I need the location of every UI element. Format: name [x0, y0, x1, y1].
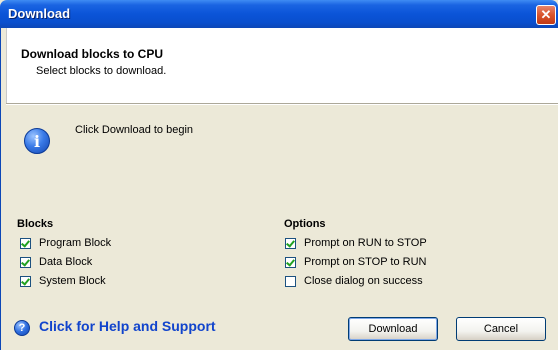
info-icon-glyph: i	[33, 132, 41, 151]
close-on-success-checkbox[interactable]	[285, 275, 296, 287]
prompt-stop-to-run-checkbox[interactable]	[285, 256, 296, 268]
checkbox-data-block[interactable]: Data Block	[20, 255, 92, 269]
close-on-success-label: Close dialog on success	[304, 275, 423, 287]
help-icon[interactable]: ?	[14, 320, 30, 336]
prompt-run-to-stop-label: Prompt on RUN to STOP	[304, 237, 427, 249]
prompt-run-to-stop-checkbox[interactable]	[285, 237, 296, 249]
window-title: Download	[8, 6, 71, 21]
prompt-stop-to-run-label: Prompt on STOP to RUN	[304, 256, 427, 268]
help-support-link[interactable]: Click for Help and Support	[39, 318, 216, 334]
checkbox-close-on-success[interactable]: Close dialog on success	[285, 274, 423, 288]
info-icon: i	[24, 128, 50, 154]
checkbox-program-block[interactable]: Program Block	[20, 236, 111, 250]
system-block-label: System Block	[39, 275, 106, 287]
blocks-group-title: Blocks	[17, 218, 54, 230]
program-block-label: Program Block	[39, 237, 112, 249]
options-group-title: Options	[284, 218, 326, 230]
checkbox-prompt-run-to-stop[interactable]: Prompt on RUN to STOP	[285, 236, 427, 250]
data-block-checkbox[interactable]	[20, 256, 31, 268]
header-title: Download blocks to CPU	[21, 47, 164, 61]
checkbox-prompt-stop-to-run[interactable]: Prompt on STOP to RUN	[285, 255, 426, 269]
dialog-header: Download blocks to CPU Select blocks to …	[6, 28, 558, 103]
header-subtitle: Select blocks to download.	[36, 65, 167, 77]
title-bar[interactable]: Download ✕	[0, 0, 558, 28]
info-message: Click Download to begin	[75, 124, 194, 136]
checkbox-system-block[interactable]: System Block	[20, 274, 106, 288]
help-icon-glyph: ?	[18, 322, 26, 334]
header-divider	[6, 103, 558, 105]
system-block-checkbox[interactable]	[20, 275, 31, 287]
program-block-checkbox[interactable]	[20, 237, 31, 249]
download-button[interactable]: Download	[348, 317, 438, 341]
close-button[interactable]: ✕	[536, 5, 556, 25]
cancel-button[interactable]: Cancel	[456, 317, 546, 341]
close-icon: ✕	[540, 7, 552, 22]
data-block-label: Data Block	[39, 256, 93, 268]
download-dialog: Download ✕ Download blocks to CPU Select…	[0, 0, 558, 350]
